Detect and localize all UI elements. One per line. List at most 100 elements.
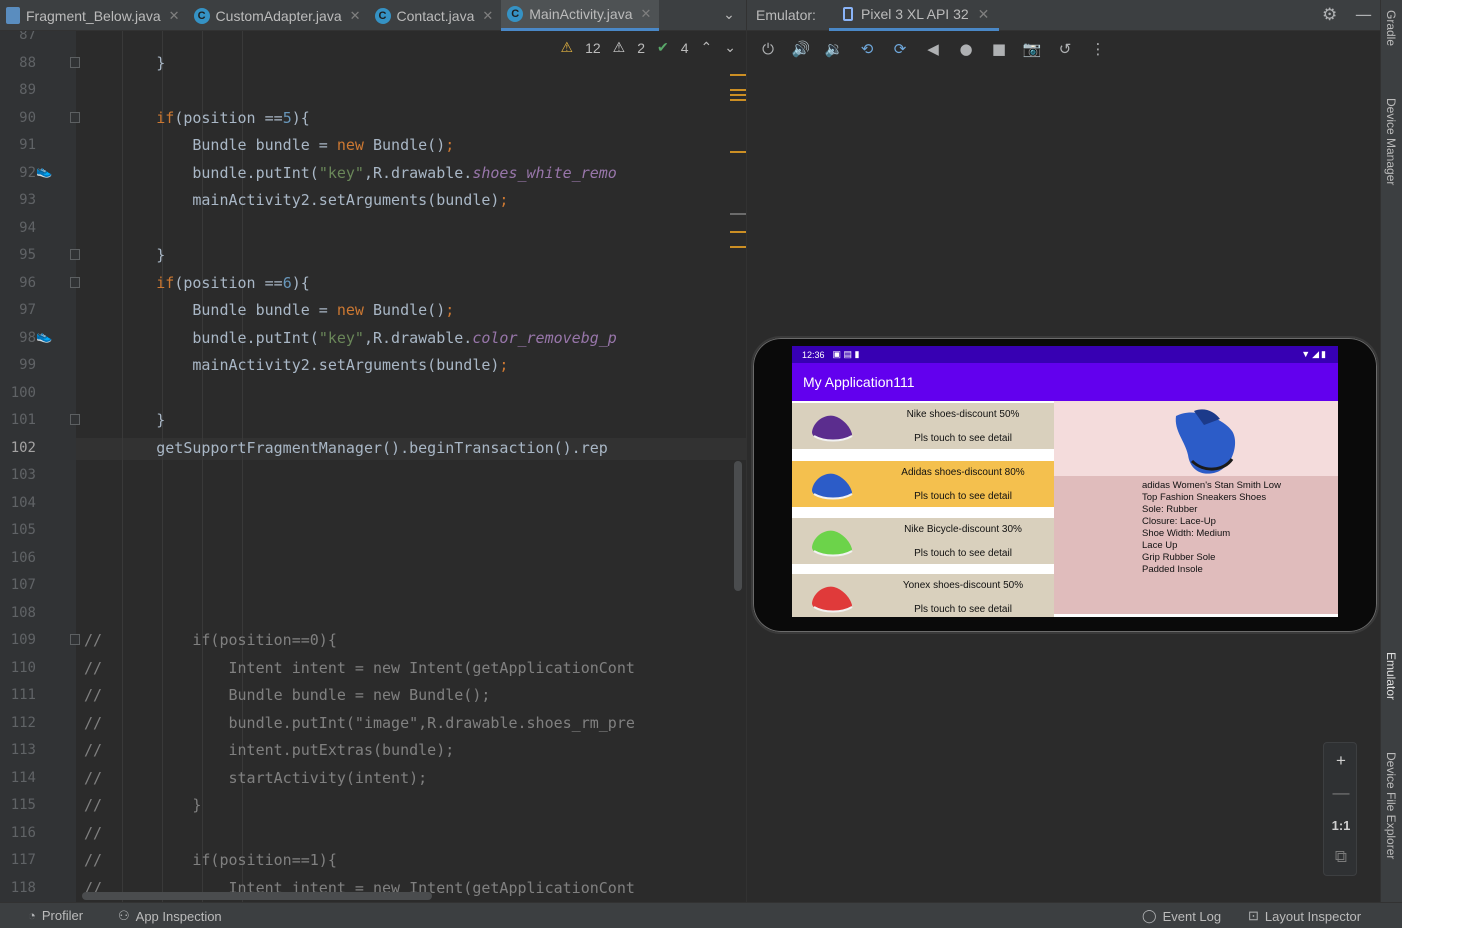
minimize-icon[interactable]: — [1355,5,1372,25]
fold-marker[interactable] [70,56,80,68]
chevron-up-icon[interactable]: ⌃ [701,39,713,56]
detail-line: Lace Up [1142,540,1178,551]
chevron-down-icon[interactable]: ⌄ [712,0,746,30]
shoe-thumbnail [812,473,853,500]
code-line[interactable]: } [84,245,165,265]
back-icon[interactable]: ◀ [921,37,945,61]
error-stripe-mark[interactable] [730,99,746,101]
power-icon[interactable]: ⏻ [756,37,780,61]
snapshot-icon[interactable]: ↺ [1053,37,1077,61]
code-line[interactable]: // intent.putExtras(bundle); [84,740,454,760]
error-stripe-mark[interactable] [730,74,746,76]
gear-icon[interactable]: ⚙ [1322,5,1337,25]
code-line[interactable]: getSupportFragmentManager().beginTransac… [84,438,608,458]
tab-contact[interactable]: C Contact.java ✕ [369,0,502,31]
more-icon[interactable]: ⋮ [1086,37,1110,61]
screenshot-icon[interactable]: 📷 [1020,37,1044,61]
event-log-label: Event Log [1162,908,1222,924]
line-number: 100 [10,384,36,401]
list-item[interactable]: Yonex shoes-discount 50% Pls touch to see… [792,574,1054,617]
home-icon[interactable]: ● [954,37,978,61]
code-line[interactable]: // Intent intent = new Intent(getApplica… [84,658,635,678]
event-log-button[interactable]: ◯ Event Log [1142,908,1221,924]
fold-marker[interactable] [70,249,80,260]
close-icon[interactable]: ✕ [169,8,180,24]
tab-fragment-below[interactable]: Fragment_Below.java ✕ [0,0,188,31]
chevron-down-icon[interactable]: ⌄ [724,39,736,56]
close-icon[interactable]: ✕ [640,6,651,22]
tab-custom-adapter[interactable]: C CustomAdapter.java ✕ [188,0,369,31]
overview-icon[interactable]: ■ [987,37,1011,61]
code-line[interactable]: // [84,823,102,843]
line-number: 114 [10,769,36,786]
app-inspection-button[interactable]: ⚇ App Inspection [118,908,222,924]
code-line[interactable]: Bundle bundle = new Bundle(); [84,135,454,155]
inspection-widget[interactable]: ⚠ 12 ⚠ 2 ✔ 4 ⌃ ⌄ [561,39,737,56]
product-list[interactable]: Nike shoes-discount 50% Pls touch to see … [792,401,1054,617]
code-line[interactable]: if(position ==6){ [84,273,310,293]
sneaker-icon: 👟 [36,329,53,344]
fold-marker[interactable] [70,276,80,288]
code-line[interactable]: mainActivity2.setArguments(bundle); [84,190,508,210]
fold-marker[interactable] [70,111,80,123]
error-stripe-mark[interactable] [730,246,746,248]
fit-screen-icon[interactable]: ⧉ [1324,841,1358,873]
tab-label: Contact.java [396,7,475,24]
code-line[interactable]: Bundle bundle = new Bundle(); [84,300,454,320]
zoom-in-button[interactable]: + [1324,745,1358,777]
code-line[interactable]: bundle.putInt("key",R.drawable.shoes_whi… [84,163,616,183]
status-time: 12:36 [802,349,825,360]
line-number: 97 [19,302,36,318]
code-line[interactable]: bundle.putInt("key",R.drawable.color_rem… [84,328,616,348]
line-number: 103 [10,467,36,483]
detail-line: Padded Insole [1142,564,1203,575]
close-icon[interactable]: ✕ [978,6,990,23]
tool-window-gradle[interactable]: Gradle [1384,10,1398,46]
volume-up-icon[interactable]: 🔊 [789,37,813,61]
line-number: 108 [10,604,36,621]
error-stripe-mark[interactable] [730,231,746,233]
code-line[interactable]: } [84,53,165,73]
profiler-button[interactable]: ◔ Profiler [28,908,83,923]
code-line[interactable]: } [84,410,165,430]
code-line[interactable]: // if(position==1){ [84,850,337,870]
device-screen[interactable]: 12:36 ▣ ▤ ▮ ▼◢▮ My Application111 Nike s… [792,346,1338,617]
error-stripe-mark[interactable] [730,94,746,96]
code-line[interactable]: // startActivity(intent); [84,768,427,788]
rotate-right-icon[interactable]: ⟳ [888,37,912,61]
horizontal-scrollbar[interactable] [82,892,432,900]
error-stripe-mark[interactable] [730,89,746,91]
fold-marker[interactable] [70,634,80,645]
tab-main-activity[interactable]: C MainActivity.java ✕ [501,0,660,31]
code-editor[interactable]: 87 88 89 90 91 92 93 94 95 96 97 98 99 100 101 102 103 10… [0,31,746,902]
vertical-scrollbar[interactable] [734,461,742,591]
layout-inspector-button[interactable]: ⊡ Layout Inspector [1248,908,1361,924]
fold-marker[interactable] [70,414,80,425]
device-tab[interactable]: Pixel 3 XL API 32 ✕ [829,0,1000,31]
line-number: 118 [10,879,36,896]
close-icon[interactable]: ✕ [350,8,361,24]
code-line[interactable]: // } [84,795,201,815]
actual-size-button[interactable]: 1:1 [1324,809,1358,841]
tool-window-device-manager[interactable]: Device Manager [1384,98,1398,185]
line-number: 95 [19,247,36,263]
code-line[interactable]: if(position ==5){ [84,108,310,128]
rotate-left-icon[interactable]: ⟲ [855,37,879,61]
line-number: 93 [19,192,36,208]
tool-window-device-file-explorer[interactable]: Device File Explorer [1384,752,1398,859]
volume-down-icon[interactable]: 🔉 [822,37,846,61]
error-stripe-mark[interactable] [730,213,746,215]
list-item[interactable]: Adidas shoes-discount 80% Pls touch to se… [792,461,1054,507]
zoom-out-button[interactable]: — [1324,777,1358,809]
list-item[interactable]: Nike Bicycle-discount 30% Pls touch to se… [792,518,1054,564]
line-number: 88 [19,54,36,71]
list-item[interactable]: Nike shoes-discount 50% Pls touch to see … [792,403,1054,449]
emulator-header: Emulator: Pixel 3 XL API 32 ✕ ⚙ — [747,0,1381,31]
code-line[interactable]: // bundle.putInt("image",R.drawable.shoe… [84,713,635,733]
error-stripe-mark[interactable] [730,151,746,153]
code-line[interactable]: // Bundle bundle = new Bundle(); [84,685,490,705]
tool-window-emulator[interactable]: Emulator [1384,652,1398,700]
code-line[interactable]: // if(position==0){ [84,630,337,650]
code-line[interactable]: mainActivity2.setArguments(bundle); [84,355,508,375]
close-icon[interactable]: ✕ [482,8,493,24]
